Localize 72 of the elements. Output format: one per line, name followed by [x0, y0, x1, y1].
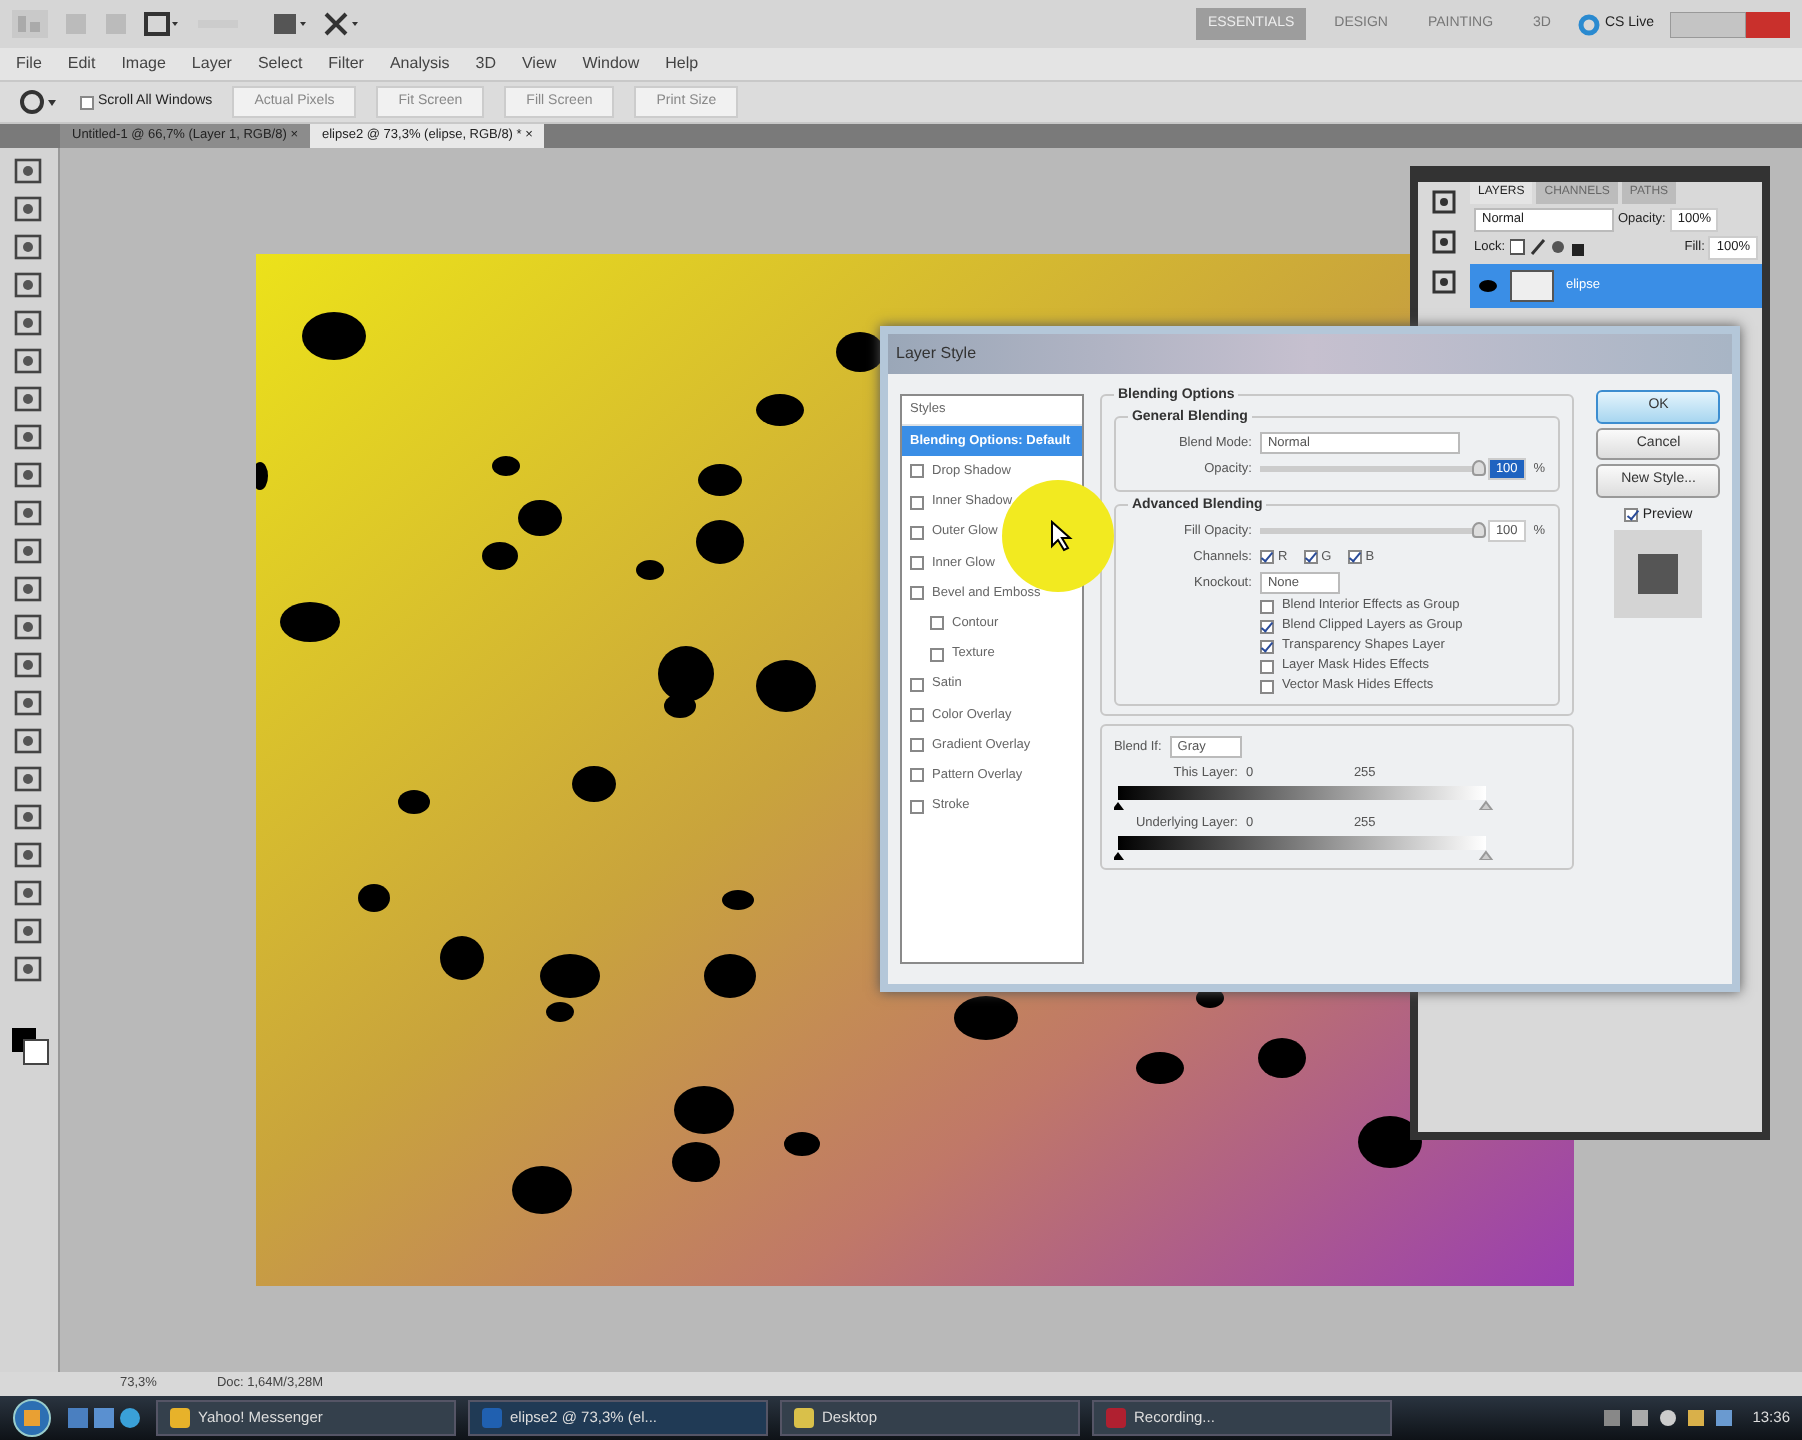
start-button-icon[interactable] — [12, 1398, 52, 1438]
dot — [1358, 1116, 1422, 1168]
dot — [440, 936, 484, 980]
option-checkbox[interactable] — [1259, 679, 1274, 693]
dot — [546, 1002, 574, 1022]
layer-thumbnail-icon — [1510, 269, 1554, 301]
app-icon — [170, 1408, 190, 1428]
visibility-eye-icon[interactable] — [1478, 277, 1498, 293]
slider-track[interactable] — [1259, 466, 1480, 472]
dot — [636, 560, 664, 580]
dot — [954, 996, 1018, 1040]
dot — [398, 790, 430, 814]
dot — [704, 954, 756, 998]
extras-icon[interactable] — [324, 12, 360, 36]
dot — [674, 1086, 734, 1134]
dot — [492, 456, 520, 476]
slider-thumb[interactable] — [1471, 522, 1486, 538]
dot — [698, 464, 742, 496]
option-checkbox[interactable] — [1259, 619, 1274, 633]
dot — [756, 660, 816, 712]
preview-checkbox[interactable] — [1624, 508, 1639, 523]
dot — [572, 766, 616, 802]
window-controls-icon[interactable] — [1670, 11, 1790, 37]
slider-thumb[interactable] — [1471, 460, 1486, 476]
dialog-title: Layer Style — [896, 342, 977, 366]
dot — [756, 394, 804, 426]
menu-item[interactable]: 3D — [475, 52, 496, 76]
dot — [358, 884, 390, 912]
menu-item[interactable]: Window — [582, 52, 640, 76]
dot — [784, 1132, 820, 1156]
app-logo-icon — [12, 10, 48, 38]
dot — [1258, 1038, 1306, 1078]
app-icon — [794, 1408, 814, 1428]
channel-checkbox[interactable] — [1347, 550, 1362, 564]
menu-item[interactable]: Analysis — [389, 52, 450, 76]
dot — [512, 1166, 572, 1214]
dot — [722, 890, 754, 910]
dot — [280, 602, 340, 642]
menu-item[interactable]: File — [16, 52, 42, 76]
channel-checkbox[interactable] — [1303, 550, 1318, 564]
blend-slider-drawing[interactable] — [1113, 786, 1494, 810]
menu-item[interactable]: Edit — [67, 52, 96, 76]
dot — [540, 954, 600, 998]
scroll-all-checkbox[interactable] — [80, 95, 94, 109]
dot — [836, 332, 884, 372]
menu-item[interactable]: Select — [257, 52, 303, 76]
quick-launch-icon[interactable] — [64, 1404, 144, 1432]
menu-item[interactable]: View — [521, 52, 557, 76]
dot — [518, 500, 562, 536]
dot — [302, 312, 366, 360]
blend-slider-drawing[interactable] — [1113, 836, 1494, 860]
dot — [482, 542, 518, 570]
slider-track[interactable] — [1259, 528, 1480, 534]
menu-item[interactable]: Help — [665, 52, 699, 76]
menu-item[interactable]: Layer — [191, 52, 232, 76]
arrange-icon[interactable] — [272, 12, 308, 36]
option-checkbox[interactable] — [1259, 639, 1274, 653]
app-icon — [1106, 1408, 1126, 1428]
app-icon — [482, 1408, 502, 1428]
dot — [696, 520, 744, 564]
menu-item[interactable]: Filter — [328, 52, 364, 76]
option-checkbox[interactable] — [1259, 599, 1274, 613]
preview-swatch-icon — [1614, 530, 1703, 618]
option-checkbox[interactable] — [1259, 659, 1274, 673]
dot — [672, 1142, 720, 1182]
dot — [1136, 1052, 1184, 1084]
screen-mode-icon[interactable] — [144, 12, 180, 36]
lock-options-icon[interactable] — [1509, 238, 1590, 257]
channel-checkbox[interactable] — [1259, 550, 1274, 564]
mouse-pointer-icon — [1050, 520, 1074, 552]
menu-item[interactable]: Image — [121, 52, 166, 76]
cs-live-icon — [1578, 13, 1601, 35]
